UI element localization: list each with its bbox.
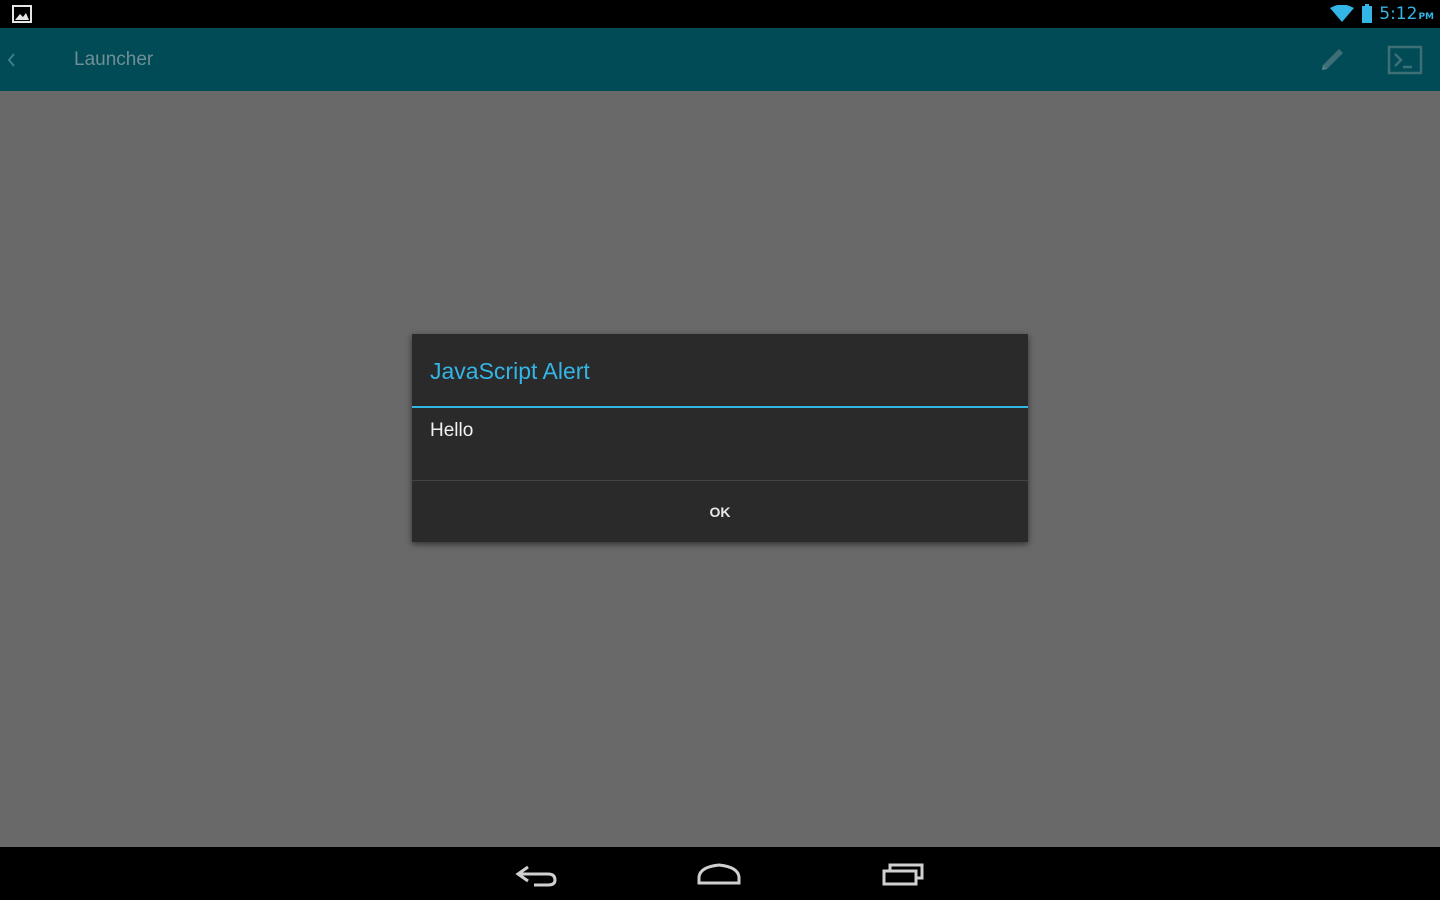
navigation-bar [0, 847, 1440, 900]
wifi-icon [1330, 5, 1355, 22]
pencil-icon[interactable] [1314, 42, 1350, 78]
home-icon[interactable] [696, 857, 742, 891]
status-bar: 5:12PM [0, 0, 1440, 28]
action-bar: Launcher [0, 28, 1440, 91]
status-time: 5:12PM [1379, 4, 1434, 24]
dialog-title: JavaScript Alert [430, 358, 590, 384]
recent-apps-icon[interactable] [880, 857, 926, 891]
terminal-icon[interactable] [1386, 42, 1424, 78]
dialog-message: Hello [430, 420, 474, 441]
back-arrow-icon[interactable] [514, 857, 560, 891]
alert-dialog: JavaScript Alert Hello OK [412, 334, 1028, 542]
action-bar-title[interactable]: Launcher [74, 28, 153, 91]
dialog-title-divider [412, 406, 1028, 408]
battery-icon [1362, 4, 1373, 23]
image-notification-icon [12, 5, 32, 23]
ok-button[interactable]: OK [412, 481, 1028, 542]
chevron-left-icon[interactable] [4, 48, 18, 72]
